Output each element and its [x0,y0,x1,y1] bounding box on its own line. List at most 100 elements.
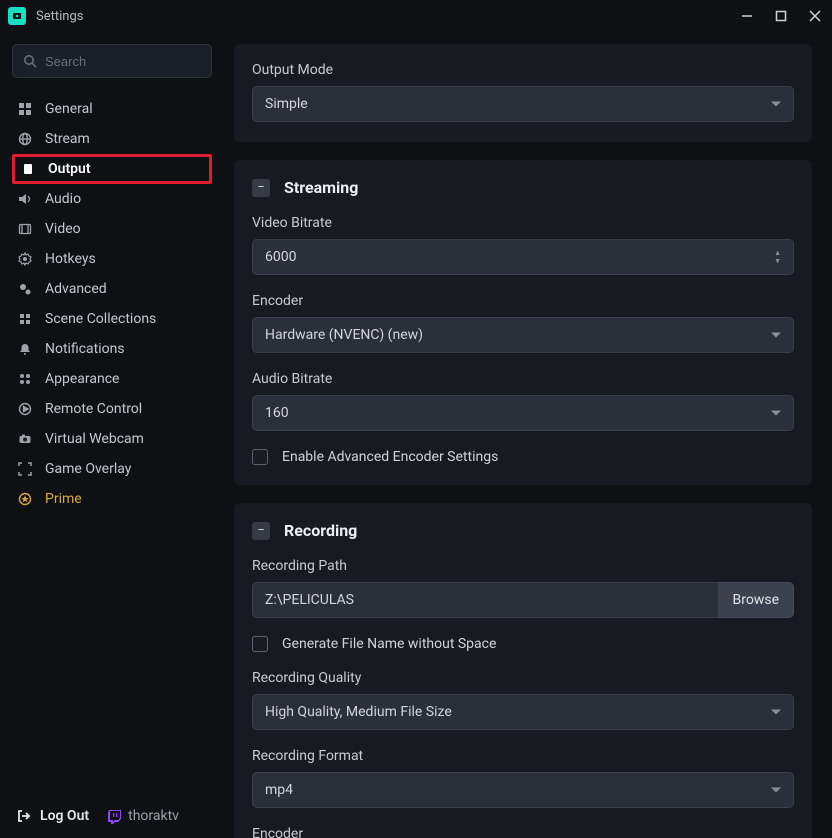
logout-button[interactable]: Log Out [16,808,89,824]
sidebar-item-label: Notifications [45,341,125,357]
sidebar-item-stream[interactable]: Stream [12,124,212,154]
recording-quality-label: Recording Quality [252,670,794,686]
sidebar-item-label: Virtual Webcam [45,431,144,447]
audio-bitrate-label: Audio Bitrate [252,371,794,387]
close-button[interactable] [806,7,824,25]
chevron-down-icon [771,333,781,338]
recording-panel: − Recording Recording Path Z:\PELICULAS … [234,503,812,838]
output-mode-value: Simple [265,96,308,112]
sidebar-item-hotkeys[interactable]: Hotkeys [12,244,212,274]
sidebar-item-label: Scene Collections [45,311,156,327]
sidebar-item-appearance[interactable]: Appearance [12,364,212,394]
collapse-toggle[interactable]: − [252,522,270,540]
sidebar-item-scene-collections[interactable]: Scene Collections [12,304,212,334]
recording-format-select[interactable]: mp4 [252,772,794,808]
video-bitrate-value: 6000 [265,249,296,265]
speaker-icon [18,192,34,206]
app-icon [8,7,26,25]
chevron-down-icon [771,411,781,416]
streaming-encoder-select[interactable]: Hardware (NVENC) (new) [252,317,794,353]
play-circle-icon [18,402,34,416]
checkbox-icon [252,449,268,465]
advanced-encoder-label: Enable Advanced Encoder Settings [282,449,498,465]
sidebar-item-label: Output [48,161,91,177]
streaming-header: − Streaming [252,178,794,197]
advanced-encoder-checkbox[interactable]: Enable Advanced Encoder Settings [252,449,794,465]
grid-icon [18,102,34,116]
output-mode-select[interactable]: Simple [252,86,794,122]
recording-path-input[interactable]: Z:\PELICULAS [252,582,719,618]
recording-title: Recording [284,521,357,540]
expand-icon [18,462,34,476]
recording-format-label: Recording Format [252,748,794,764]
sidebar-item-output[interactable]: Output [12,154,212,184]
sidebar-item-label: General [45,101,93,117]
checkbox-icon [252,636,268,652]
filename-nospace-checkbox[interactable]: Generate File Name without Space [252,636,794,652]
sidebar-item-label: Advanced [45,281,107,297]
username: thoraktv [128,808,179,824]
recording-encoder-label: Encoder [252,826,794,838]
logout-label: Log Out [40,808,89,824]
gear-icon [18,252,34,266]
recording-format-value: mp4 [265,782,293,798]
sidebar-item-virtual-webcam[interactable]: Virtual Webcam [12,424,212,454]
titlebar: Settings [0,0,832,32]
output-mode-panel: Output Mode Simple [234,44,812,142]
sidebar-item-label: Prime [45,491,82,507]
streaming-encoder-label: Encoder [252,293,794,309]
search-box[interactable] [12,44,212,78]
sidebar-item-audio[interactable]: Audio [12,184,212,214]
video-bitrate-input[interactable]: 6000 ▲▼ [252,239,794,275]
audio-bitrate-value: 160 [265,405,289,421]
sidebar-item-label: Game Overlay [45,461,131,477]
output-mode-label: Output Mode [252,62,794,78]
search-input[interactable] [45,54,201,69]
sliders-icon [18,372,34,386]
filename-nospace-label: Generate File Name without Space [282,636,496,652]
streaming-title: Streaming [284,178,358,197]
sidebar-item-label: Appearance [45,371,119,387]
browse-button[interactable]: Browse [719,582,794,618]
sidebar-item-game-overlay[interactable]: Game Overlay [12,454,212,484]
collapse-toggle[interactable]: − [252,179,270,197]
recording-path-value: Z:\PELICULAS [265,592,354,608]
gears-icon [18,282,34,296]
chevron-down-icon [771,788,781,793]
video-bitrate-label: Video Bitrate [252,215,794,231]
spinner-icon[interactable]: ▲▼ [774,250,781,265]
star-icon [18,492,34,506]
sidebar-item-label: Audio [45,191,81,207]
recording-path-label: Recording Path [252,558,794,574]
audio-bitrate-select[interactable]: 160 [252,395,794,431]
sidebar-item-advanced[interactable]: Advanced [12,274,212,304]
streaming-encoder-value: Hardware (NVENC) (new) [265,327,423,343]
window-controls [738,7,824,25]
window-title: Settings [36,9,738,24]
body: General Stream Output Audio Video Hotkey… [0,32,832,838]
streaming-panel: − Streaming Video Bitrate 6000 ▲▼ Encode… [234,160,812,485]
sidebar-item-label: Remote Control [45,401,142,417]
bell-icon [18,342,34,356]
maximize-button[interactable] [772,7,790,25]
minimize-button[interactable] [738,7,756,25]
sidebar-item-general[interactable]: General [12,94,212,124]
logout-icon [16,808,32,824]
user-link[interactable]: thoraktv [107,808,179,824]
sidebar-item-prime[interactable]: Prime [12,484,212,514]
sidebar-item-remote-control[interactable]: Remote Control [12,394,212,424]
chevron-down-icon [771,710,781,715]
sidebar-footer: Log Out thoraktv [12,794,212,838]
search-icon [23,54,37,68]
output-icon [21,162,37,176]
puzzle-icon [18,312,34,326]
sidebar-item-video[interactable]: Video [12,214,212,244]
twitch-icon [107,809,122,824]
nav-list: General Stream Output Audio Video Hotkey… [12,94,212,514]
sidebar-item-label: Video [45,221,81,237]
recording-header: − Recording [252,521,794,540]
recording-quality-select[interactable]: High Quality, Medium File Size [252,694,794,730]
sidebar-item-notifications[interactable]: Notifications [12,334,212,364]
sidebar-item-label: Hotkeys [45,251,96,267]
camera-icon [18,432,34,446]
